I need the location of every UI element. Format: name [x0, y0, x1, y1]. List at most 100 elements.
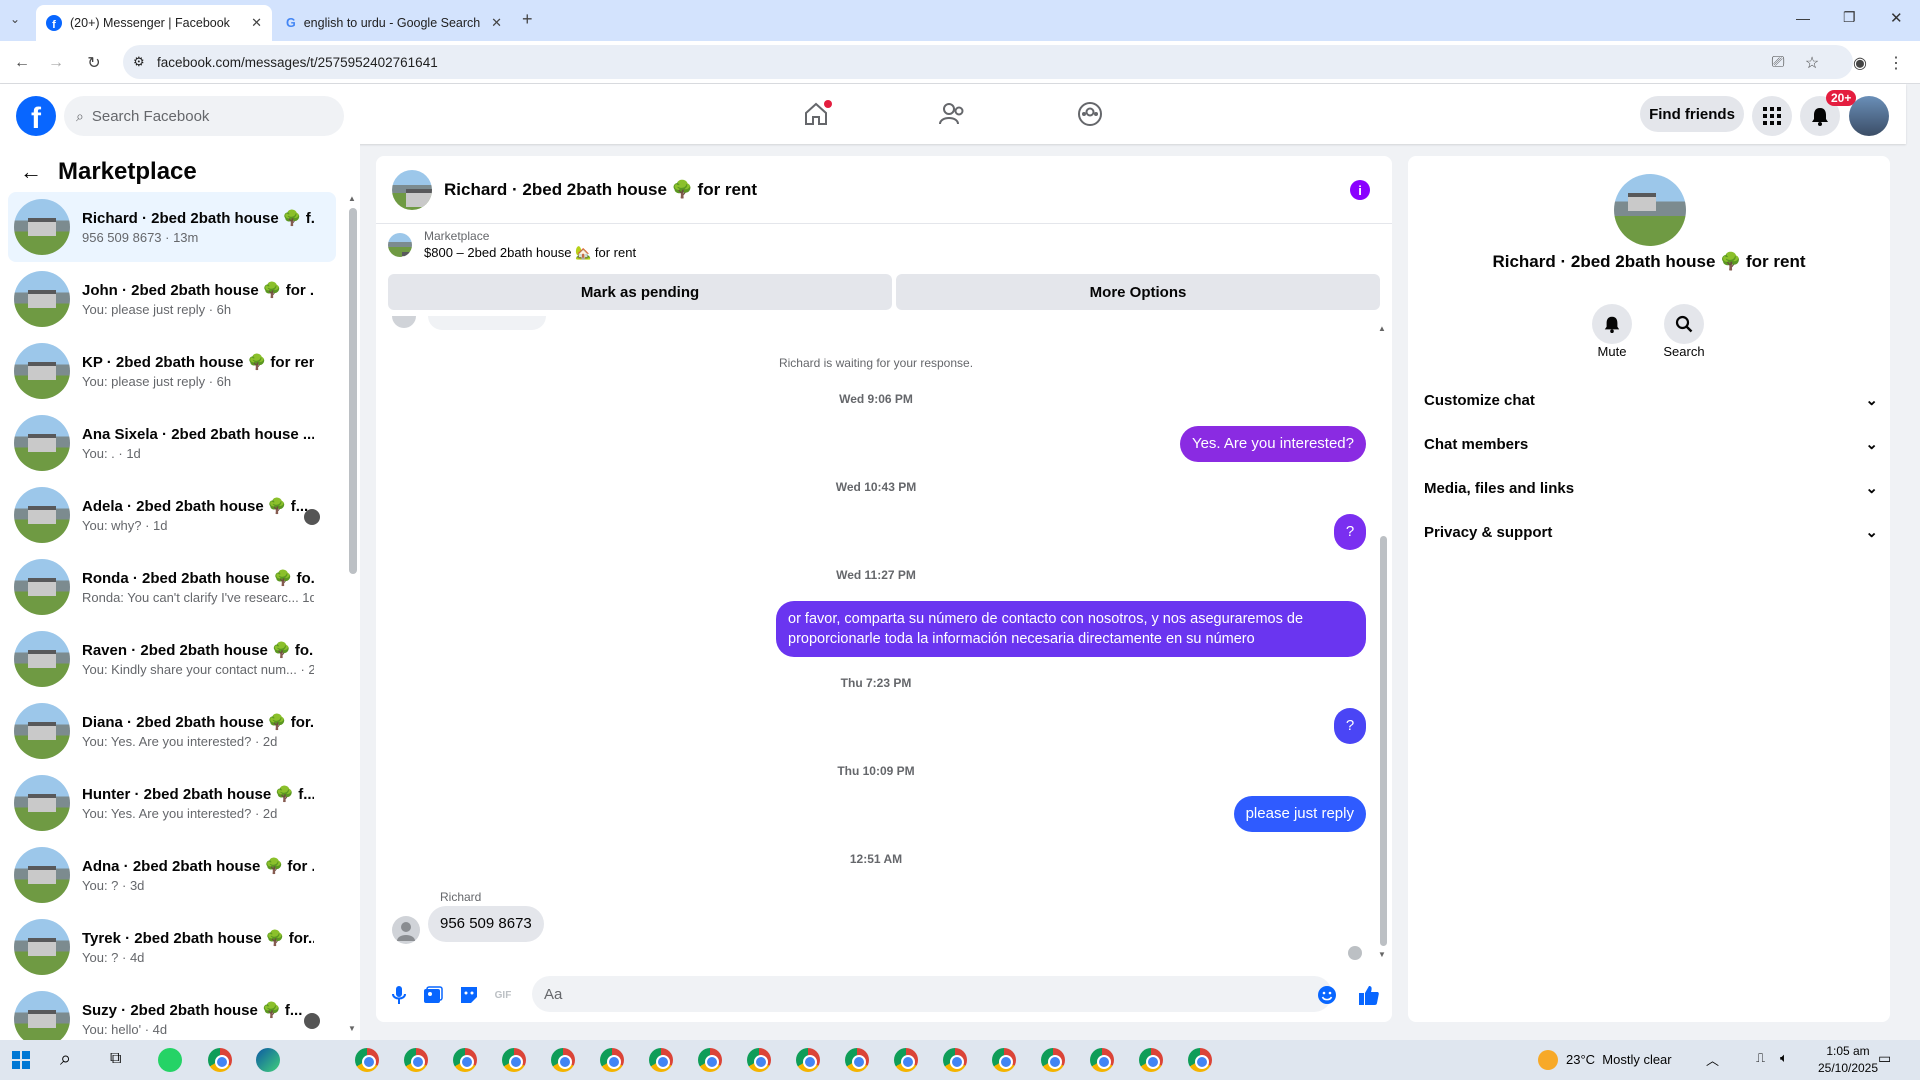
- info-icon[interactable]: i: [1350, 180, 1370, 200]
- chrome-icon[interactable]: [355, 1048, 379, 1072]
- network-icon[interactable]: ⎍: [1756, 1050, 1765, 1066]
- whatsapp-icon[interactable]: [158, 1048, 182, 1072]
- conversation-item[interactable]: Ana Sixela · 2bed 2bath house ... You: . …: [8, 408, 336, 478]
- close-tab-icon[interactable]: ✕: [251, 15, 262, 31]
- list-scrollbar-thumb[interactable]: [349, 208, 357, 574]
- mark-as-pending-button[interactable]: Mark as pending: [388, 274, 892, 310]
- message-bubble-outgoing[interactable]: or favor, comparta su número de contacto…: [776, 601, 1366, 657]
- chrome-icon[interactable]: [1188, 1048, 1212, 1072]
- back-icon[interactable]: ←: [10, 51, 34, 75]
- sender-avatar-icon[interactable]: [392, 916, 420, 944]
- message-bubble-outgoing[interactable]: ?: [1334, 708, 1366, 744]
- microphone-icon[interactable]: [388, 984, 410, 1006]
- message-bubble-outgoing[interactable]: please just reply: [1233, 796, 1366, 832]
- chat-title[interactable]: Richard · 2bed 2bath house 🌳 for rent: [444, 180, 757, 200]
- groups-icon[interactable]: [1074, 98, 1106, 130]
- back-arrow-icon[interactable]: ←: [20, 159, 42, 185]
- scroll-up-arrow-icon[interactable]: ▲: [348, 194, 356, 203]
- install-app-icon[interactable]: ⎚: [1766, 51, 1790, 75]
- tab-messenger[interactable]: f (20+) Messenger | Facebook ✕: [36, 5, 272, 41]
- browser-menu-icon[interactable]: ⋮: [1884, 51, 1908, 75]
- profile-avatar[interactable]: [1614, 174, 1686, 246]
- gif-icon[interactable]: GIF: [492, 984, 514, 1006]
- sticker-icon[interactable]: [458, 984, 480, 1006]
- new-tab-button[interactable]: +: [522, 9, 533, 30]
- weather-icon[interactable]: [1538, 1050, 1558, 1070]
- chrome-icon[interactable]: [894, 1048, 918, 1072]
- conversation-item[interactable]: Richard · 2bed 2bath house 🌳 f... 956 509…: [8, 192, 336, 262]
- tray-chevron-icon[interactable]: ︿: [1706, 1050, 1719, 1069]
- message-input[interactable]: Aa: [532, 976, 1332, 1012]
- conversation-item[interactable]: Tyrek · 2bed 2bath house 🌳 for... You: ? …: [8, 912, 336, 982]
- privacy-support-section[interactable]: Privacy & support ⌄: [1424, 510, 1878, 554]
- more-options-button[interactable]: More Options: [896, 274, 1380, 310]
- profile-icon[interactable]: ◉: [1848, 51, 1872, 75]
- volume-icon[interactable]: 🔈︎: [1780, 1050, 1788, 1066]
- chrome-icon[interactable]: [1041, 1048, 1065, 1072]
- chrome-icon[interactable]: [1090, 1048, 1114, 1072]
- conversation-item[interactable]: Raven · 2bed 2bath house 🌳 fo... You: Kin…: [8, 624, 336, 694]
- conversation-item[interactable]: KP · 2bed 2bath house 🌳 for rent You: ple…: [8, 336, 336, 406]
- message-bubble-outgoing[interactable]: ?: [1334, 514, 1366, 550]
- task-view-icon[interactable]: ⧉: [110, 1050, 121, 1068]
- clock-time[interactable]: 1:05 am: [1808, 1044, 1888, 1058]
- close-window-button[interactable]: ✕: [1890, 9, 1903, 27]
- forward-icon[interactable]: →: [44, 51, 68, 75]
- chrome-icon[interactable]: [1139, 1048, 1163, 1072]
- url-field[interactable]: ⚙ facebook.com/messages/t/25759524027616…: [123, 45, 1853, 79]
- marketplace-listing-bar[interactable]: Marketplace $800 – 2bed 2bath house 🏡 fo…: [376, 225, 1392, 265]
- tab-google[interactable]: G english to urdu - Google Search ✕: [276, 5, 512, 41]
- chrome-icon[interactable]: [453, 1048, 477, 1072]
- chrome-icon[interactable]: [600, 1048, 624, 1072]
- friends-icon[interactable]: [936, 98, 968, 130]
- chat-scroll-down-icon[interactable]: ▼: [1378, 950, 1386, 959]
- clock-date[interactable]: 25/10/2025: [1808, 1061, 1888, 1075]
- customize-chat-section[interactable]: Customize chat ⌄: [1424, 378, 1878, 422]
- minimize-button[interactable]: —: [1796, 10, 1810, 26]
- chrome-icon[interactable]: [943, 1048, 967, 1072]
- chrome-icon[interactable]: [649, 1048, 673, 1072]
- message-bubble-outgoing[interactable]: Yes. Are you interested?: [1179, 426, 1366, 462]
- scroll-down-arrow-icon[interactable]: ▼: [348, 1024, 356, 1033]
- edge-icon[interactable]: [256, 1048, 280, 1072]
- site-info-icon[interactable]: ⚙: [133, 54, 145, 70]
- chat-members-section[interactable]: Chat members ⌄: [1424, 422, 1878, 466]
- restore-button[interactable]: ❐: [1843, 9, 1856, 26]
- conversation-item[interactable]: Adna · 2bed 2bath house 🌳 for ... You: ? …: [8, 840, 336, 910]
- chrome-icon[interactable]: [845, 1048, 869, 1072]
- conversation-item[interactable]: Hunter · 2bed 2bath house 🌳 f... You: Yes…: [8, 768, 336, 838]
- photo-icon[interactable]: [422, 984, 444, 1006]
- chat-scroll-up-icon[interactable]: ▲: [1378, 324, 1386, 333]
- menu-grid-icon[interactable]: [1752, 96, 1792, 136]
- chat-scrollbar-thumb[interactable]: [1380, 536, 1387, 946]
- chrome-icon[interactable]: [698, 1048, 722, 1072]
- search-button[interactable]: [1664, 304, 1704, 344]
- notification-center-icon[interactable]: ▭: [1878, 1050, 1891, 1067]
- find-friends-button[interactable]: Find friends: [1640, 96, 1744, 132]
- bookmark-star-icon[interactable]: ☆: [1800, 51, 1824, 75]
- tab-list-chevron-icon[interactable]: ⌄: [10, 12, 20, 26]
- reload-icon[interactable]: ↻: [82, 51, 106, 75]
- chrome-icon[interactable]: [747, 1048, 771, 1072]
- mute-button[interactable]: [1592, 304, 1632, 344]
- chat-avatar[interactable]: [392, 169, 432, 210]
- weather-text[interactable]: 23°C Mostly clear: [1566, 1052, 1672, 1067]
- account-avatar[interactable]: [1849, 96, 1889, 136]
- taskbar-search-icon[interactable]: ⌕: [60, 1048, 71, 1071]
- chrome-icon[interactable]: [208, 1048, 232, 1072]
- chrome-icon[interactable]: [404, 1048, 428, 1072]
- conversation-item[interactable]: John · 2bed 2bath house 🌳 for ... You: pl…: [8, 264, 336, 334]
- chrome-icon[interactable]: [796, 1048, 820, 1072]
- chrome-icon[interactable]: [992, 1048, 1016, 1072]
- thumbs-up-icon[interactable]: [1358, 984, 1380, 1006]
- media-files-links-section[interactable]: Media, files and links ⌄: [1424, 466, 1878, 510]
- home-icon[interactable]: [800, 98, 832, 130]
- windows-start-icon[interactable]: [12, 1051, 30, 1069]
- facebook-logo-icon[interactable]: f: [16, 96, 56, 136]
- emoji-icon[interactable]: [1316, 984, 1338, 1006]
- close-tab-icon[interactable]: ✕: [491, 15, 502, 31]
- search-facebook-input[interactable]: ⌕ Search Facebook: [64, 96, 344, 136]
- chrome-icon[interactable]: [502, 1048, 526, 1072]
- conversation-item[interactable]: Ronda · 2bed 2bath house 🌳 fo... Ronda: Y…: [8, 552, 336, 622]
- chrome-icon[interactable]: [551, 1048, 575, 1072]
